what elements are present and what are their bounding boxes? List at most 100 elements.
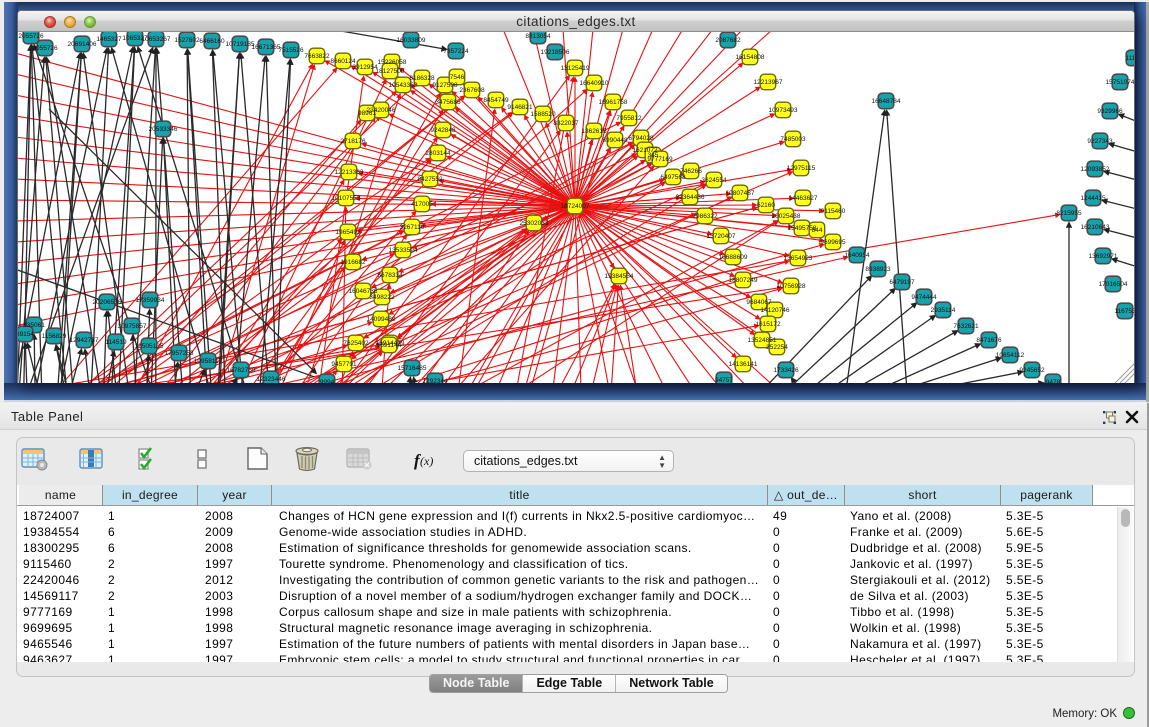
- svg-text:7955812: 7955812: [616, 115, 642, 122]
- svg-text:9227343: 9227343: [1087, 138, 1113, 145]
- svg-text:1965493: 1965493: [335, 229, 361, 236]
- svg-text:1615172: 1615172: [755, 321, 781, 328]
- svg-text:10973493: 10973493: [769, 107, 798, 114]
- svg-text:20206536: 20206536: [93, 299, 122, 306]
- svg-text:17016504: 17016504: [1099, 281, 1128, 288]
- svg-text:21364436: 21364436: [676, 194, 705, 201]
- svg-text:1362615: 1362615: [581, 128, 607, 135]
- svg-text:15720407: 15720407: [707, 233, 736, 240]
- svg-text:16961758: 16961758: [599, 99, 628, 106]
- svg-text:10958117: 10958117: [194, 358, 223, 365]
- svg-text:16671365: 16671365: [252, 44, 281, 51]
- svg-text:1588520: 1588520: [530, 111, 556, 118]
- svg-text:2935114: 2935114: [931, 307, 956, 314]
- svg-text:1156829: 1156829: [42, 333, 67, 340]
- svg-text:1640954: 1640954: [844, 252, 870, 259]
- svg-text:14099489: 14099489: [367, 316, 396, 323]
- svg-text:8813054: 8813054: [525, 33, 551, 40]
- svg-text:9127508: 9127508: [432, 82, 458, 89]
- svg-text:30975857: 30975857: [118, 323, 147, 330]
- svg-text:6466160: 6466160: [199, 38, 225, 45]
- svg-text:8322037: 8322037: [553, 120, 579, 127]
- svg-text:1733426: 1733426: [773, 367, 799, 374]
- svg-text:9457791: 9457791: [331, 361, 357, 368]
- svg-text:2055726: 2055726: [18, 33, 44, 40]
- svg-text:9474444: 9474444: [911, 294, 937, 301]
- svg-text:13533594: 13533594: [389, 247, 418, 254]
- svg-text:835061: 835061: [23, 322, 45, 329]
- svg-text:417005: 417005: [411, 201, 433, 208]
- svg-text:9699695: 9699695: [820, 239, 846, 246]
- svg-text:1691144: 1691144: [377, 342, 402, 349]
- svg-text:1916682: 1916682: [340, 259, 366, 266]
- svg-text:1465327: 1465327: [96, 36, 122, 43]
- svg-text:8215955: 8215955: [1056, 210, 1082, 217]
- svg-text:9994: 9994: [320, 379, 335, 383]
- svg-text:39154: 39154: [18, 331, 34, 338]
- svg-text:10807487: 10807487: [726, 190, 755, 197]
- svg-text:3498222: 3498222: [369, 294, 395, 301]
- svg-text:8427552: 8427552: [417, 176, 443, 183]
- svg-text:9478: 9478: [1046, 379, 1061, 383]
- svg-text:9245652: 9245652: [1019, 367, 1045, 374]
- svg-text:62160: 62160: [757, 202, 775, 209]
- svg-text:(x): (x): [420, 454, 433, 468]
- svg-text:20533346: 20533346: [149, 126, 178, 133]
- svg-text:8471676: 8471676: [976, 337, 1002, 344]
- svg-text:9146821: 9146821: [507, 104, 533, 111]
- svg-text:19218506: 19218506: [541, 49, 570, 56]
- svg-text:114519: 114519: [105, 339, 127, 346]
- svg-text:2803144: 2803144: [425, 150, 451, 157]
- svg-text:2055726: 2055726: [32, 45, 58, 52]
- svg-text:18127509: 18127509: [376, 68, 405, 75]
- svg-text:18807249: 18807249: [729, 277, 758, 284]
- svg-text:1292344: 1292344: [422, 378, 448, 383]
- svg-text:12505135: 12505135: [135, 343, 164, 350]
- svg-text:7663822: 7663822: [304, 53, 330, 60]
- svg-text:17359934: 17359934: [136, 297, 165, 304]
- svg-text:6794028: 6794028: [628, 135, 654, 142]
- svg-text:16782759: 16782759: [227, 367, 256, 374]
- svg-text:9777169: 9777169: [647, 156, 673, 163]
- svg-text:10688609: 10688609: [719, 254, 748, 261]
- svg-text:7986322: 7986322: [692, 213, 718, 220]
- svg-text:16640910: 16640910: [580, 80, 609, 87]
- svg-text:252254: 252254: [766, 344, 788, 351]
- svg-text:14120746: 14120746: [761, 307, 790, 314]
- svg-text:8990448: 8990448: [602, 137, 628, 144]
- svg-text:10025438: 10025438: [772, 213, 801, 220]
- svg-text:25302033: 25302033: [520, 220, 549, 227]
- svg-text:12942737: 12942737: [70, 337, 99, 344]
- svg-text:2087682: 2087682: [715, 37, 741, 44]
- svg-text:2718176: 2718176: [340, 138, 366, 145]
- svg-text:11123: 11123: [1125, 55, 1134, 62]
- svg-text:15751074: 15751074: [1106, 79, 1134, 86]
- svg-text:19384554: 19384554: [605, 273, 634, 280]
- svg-text:9242848: 9242848: [430, 127, 456, 134]
- svg-text:3475685: 3475685: [435, 99, 461, 106]
- svg-text:7546: 7546: [450, 74, 465, 81]
- svg-text:13692971: 13692971: [1089, 253, 1118, 260]
- svg-text:12975115: 12975115: [787, 165, 816, 172]
- svg-text:16210643: 16210643: [1081, 224, 1110, 231]
- svg-text:12213967: 12213967: [754, 79, 783, 86]
- svg-text:7632621: 7632621: [953, 323, 979, 330]
- svg-text:16154808: 16154808: [736, 54, 765, 61]
- svg-text:7357224: 7357224: [443, 48, 469, 55]
- svg-text:844: 844: [812, 227, 823, 234]
- svg-text:10653267: 10653267: [142, 36, 171, 43]
- svg-text:14463627: 14463627: [789, 195, 818, 202]
- svg-text:12323446: 12323446: [257, 376, 286, 383]
- svg-text:3912954: 3912954: [352, 64, 378, 71]
- svg-text:10107553: 10107553: [332, 195, 361, 202]
- svg-text:10654112: 10654112: [996, 352, 1025, 359]
- svg-text:15716485: 15716485: [398, 365, 427, 372]
- svg-text:98961: 98961: [358, 110, 376, 117]
- svg-text:14136141: 14136141: [729, 361, 758, 368]
- svg-text:7485003: 7485003: [780, 136, 806, 143]
- svg-text:9329966: 9329966: [1097, 108, 1123, 115]
- svg-text:13125419: 13125419: [561, 65, 590, 72]
- svg-text:12213363: 12213363: [335, 169, 364, 176]
- svg-text:17957253: 17957253: [165, 350, 194, 357]
- svg-text:16033809: 16033809: [397, 37, 426, 44]
